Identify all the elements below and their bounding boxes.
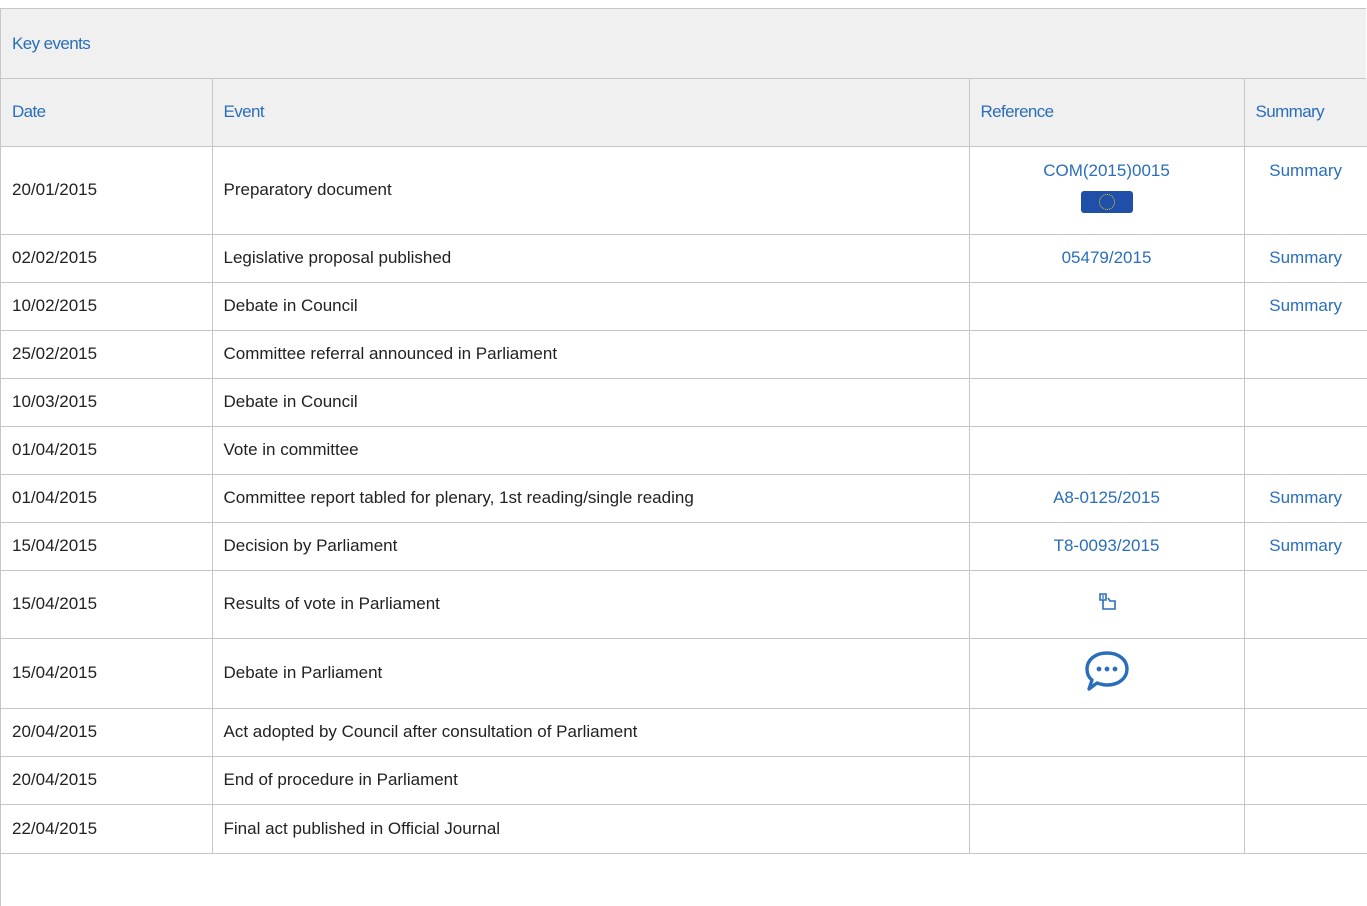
event-cell: Committee report tabled for plenary, 1st… — [211, 473, 970, 523]
date-cell: 25/02/2015 — [1, 329, 213, 379]
table-row: 15/04/2015 Decision by Parliament T8-009… — [1, 521, 1367, 571]
reference-link[interactable]: 05479/2015 — [1062, 248, 1152, 267]
reference-cell: T8-0093/2015 — [968, 521, 1245, 571]
event-cell: Preparatory document — [211, 145, 970, 235]
summary-link[interactable]: Summary — [1269, 161, 1342, 180]
summary-cell — [1243, 637, 1367, 709]
reference-cell — [968, 707, 1245, 757]
key-events-panel: Key events Date Event Reference Summary … — [0, 8, 1367, 906]
event-cell: Act adopted by Council after consultatio… — [211, 707, 970, 757]
table-row: 15/04/2015 Results of vote in Parliament — [1, 569, 1367, 639]
table-row: 20/04/2015 Act adopted by Council after … — [1, 707, 1367, 757]
table-row: 20/04/2015 End of procedure in Parliamen… — [1, 755, 1367, 805]
reference-cell — [968, 803, 1245, 854]
event-cell: Final act published in Official Journal — [211, 803, 970, 854]
reference-cell: COM(2015)0015 — [968, 145, 1245, 235]
event-cell: Decision by Parliament — [211, 521, 970, 571]
summary-cell — [1243, 329, 1367, 379]
column-header-reference[interactable]: Reference — [968, 79, 1245, 147]
date-cell: 01/04/2015 — [1, 425, 213, 475]
reference-cell: A8-0125/2015 — [968, 473, 1245, 523]
date-cell: 01/04/2015 — [1, 473, 213, 523]
event-cell: Debate in Council — [211, 281, 970, 331]
event-cell: Vote in committee — [211, 425, 970, 475]
summary-cell — [1243, 425, 1367, 475]
table-row: 10/03/2015 Debate in Council — [1, 377, 1367, 427]
reference-link[interactable]: A8-0125/2015 — [1053, 488, 1160, 507]
key-events-table: Date Event Reference Summary 20/01/2015 … — [1, 79, 1367, 854]
event-cell: End of procedure in Parliament — [211, 755, 970, 805]
reference-cell — [968, 281, 1245, 331]
table-row: 02/02/2015 Legislative proposal publishe… — [1, 233, 1367, 283]
reference-link[interactable]: T8-0093/2015 — [1054, 536, 1160, 555]
reference-cell — [968, 637, 1245, 709]
reference-cell — [968, 755, 1245, 805]
table-row: 15/04/2015 Debate in Parliament — [1, 637, 1367, 709]
table-header-row: Date Event Reference Summary — [1, 79, 1367, 147]
reference-cell: 05479/2015 — [968, 233, 1245, 283]
table-row: 10/02/2015 Debate in Council Summary — [1, 281, 1367, 331]
summary-link[interactable]: Summary — [1269, 248, 1342, 267]
table-row: 20/01/2015 Preparatory document COM(2015… — [1, 145, 1367, 235]
summary-cell — [1243, 707, 1367, 757]
panel-title: Key events — [12, 33, 91, 53]
table-row: 01/04/2015 Committee report tabled for p… — [1, 473, 1367, 523]
eu-flag-icon[interactable] — [1080, 190, 1133, 213]
event-cell: Debate in Parliament — [211, 637, 970, 709]
date-cell: 15/04/2015 — [1, 521, 213, 571]
debate-speech-bubble-icon[interactable] — [1081, 647, 1133, 695]
date-cell: 20/01/2015 — [1, 145, 213, 235]
reference-cell — [968, 329, 1245, 379]
reference-cell — [968, 425, 1245, 475]
vote-results-icon[interactable] — [1096, 591, 1118, 613]
date-cell: 15/04/2015 — [1, 637, 213, 709]
summary-cell: Summary — [1243, 473, 1367, 523]
date-cell: 22/04/2015 — [1, 803, 213, 854]
summary-cell — [1243, 803, 1367, 854]
summary-cell: Summary — [1243, 281, 1367, 331]
event-cell: Committee referral announced in Parliame… — [211, 329, 970, 379]
summary-cell — [1243, 755, 1367, 805]
event-cell: Results of vote in Parliament — [211, 569, 970, 639]
column-header-summary[interactable]: Summary — [1243, 79, 1367, 147]
date-cell: 20/04/2015 — [1, 707, 213, 757]
summary-cell — [1243, 377, 1367, 427]
column-header-event[interactable]: Event — [211, 79, 970, 147]
table-row: 25/02/2015 Committee referral announced … — [1, 329, 1367, 379]
date-cell: 15/04/2015 — [1, 569, 213, 639]
summary-cell: Summary — [1243, 521, 1367, 571]
date-cell: 20/04/2015 — [1, 755, 213, 805]
panel-header: Key events — [1, 9, 1366, 79]
summary-cell: Summary — [1243, 145, 1367, 235]
summary-link[interactable]: Summary — [1269, 296, 1342, 315]
column-header-date[interactable]: Date — [1, 79, 213, 147]
reference-cell — [968, 377, 1245, 427]
reference-link[interactable]: COM(2015)0015 — [1043, 161, 1170, 180]
summary-cell: Summary — [1243, 233, 1367, 283]
date-cell: 10/03/2015 — [1, 377, 213, 427]
summary-cell — [1243, 569, 1367, 639]
table-row: 01/04/2015 Vote in committee — [1, 425, 1367, 475]
table-row: 22/04/2015 Final act published in Offici… — [1, 803, 1367, 854]
reference-cell — [968, 569, 1245, 639]
date-cell: 02/02/2015 — [1, 233, 213, 283]
date-cell: 10/02/2015 — [1, 281, 213, 331]
summary-link[interactable]: Summary — [1269, 488, 1342, 507]
event-cell: Debate in Council — [211, 377, 970, 427]
summary-link[interactable]: Summary — [1269, 536, 1342, 555]
event-cell: Legislative proposal published — [211, 233, 970, 283]
